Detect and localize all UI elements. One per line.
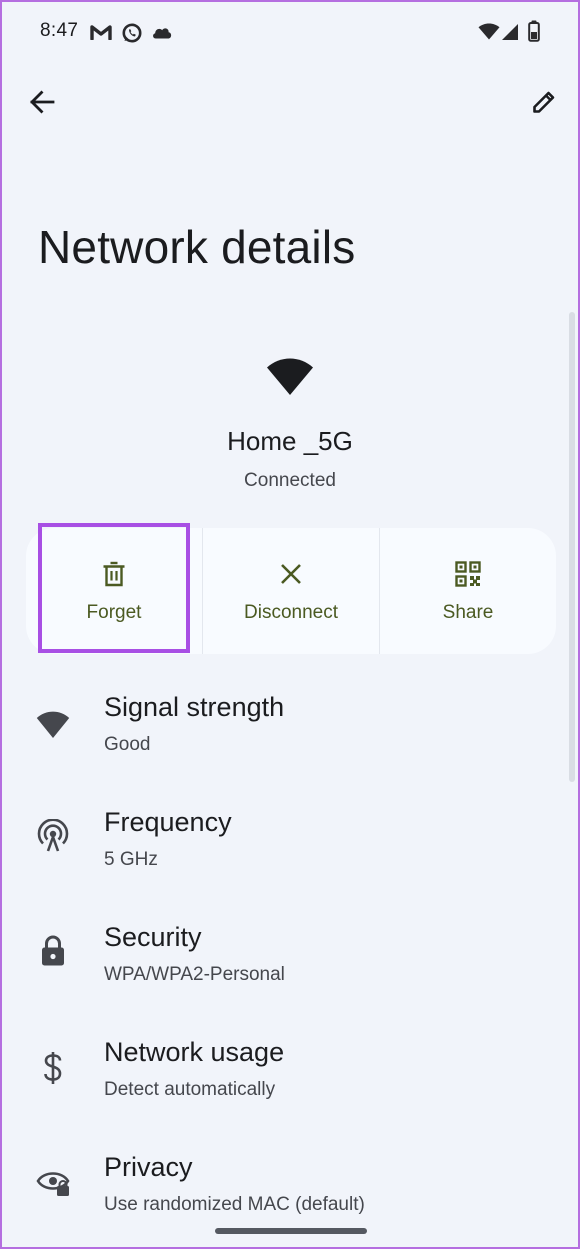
detail-row-security[interactable]: Security WPA/WPA2-Personal: [2, 922, 578, 1022]
page-title: Network details: [38, 221, 356, 273]
detail-value: Good: [104, 734, 151, 755]
disconnect-button[interactable]: Disconnect: [202, 528, 379, 654]
wifi-icon: [478, 23, 500, 40]
status-bar: 8:47: [2, 2, 578, 64]
qr-code-icon: [455, 558, 481, 590]
arrow-left-icon: [30, 90, 55, 114]
detail-title: Privacy: [104, 1152, 193, 1182]
action-buttons-card: Forget Disconnect Share: [26, 528, 556, 654]
detail-title: Frequency: [104, 807, 232, 837]
antenna-icon: [36, 819, 70, 853]
battery-icon: [528, 20, 540, 42]
detail-row-network-usage[interactable]: Network usage Detect automatically: [2, 1037, 578, 1137]
detail-row-signal-strength[interactable]: Signal strength Good: [2, 692, 578, 792]
network-name: Home _5G: [227, 426, 353, 456]
detail-value: 5 GHz: [104, 849, 158, 870]
whatsapp-icon: [122, 23, 142, 43]
pencil-icon: [533, 91, 555, 113]
forget-label: Forget: [86, 602, 142, 623]
status-time: 8:47: [40, 20, 79, 41]
wifi-icon: [267, 358, 313, 395]
close-icon: [280, 558, 302, 590]
forget-button[interactable]: Forget: [26, 528, 202, 654]
share-button[interactable]: Share: [379, 528, 556, 654]
gmail-m-icon: [90, 25, 112, 40]
detail-value: Detect automatically: [104, 1079, 276, 1100]
cellular-signal-icon: [502, 24, 518, 40]
lock-icon: [36, 934, 70, 968]
back-button[interactable]: [20, 80, 64, 124]
disconnect-label: Disconnect: [244, 602, 338, 623]
dollar-icon: [36, 1051, 70, 1085]
detail-title: Security: [104, 922, 202, 952]
trash-icon: [102, 558, 126, 590]
edit-button[interactable]: [522, 80, 566, 124]
phone-screen: 8:47 Network details Home _5G Connected …: [0, 0, 580, 1249]
detail-value: WPA/WPA2-Personal: [104, 964, 285, 985]
share-label: Share: [442, 602, 494, 623]
cloud-icon: [153, 28, 172, 39]
detail-title: Signal strength: [104, 692, 285, 722]
detail-row-privacy[interactable]: Privacy Use randomized MAC (default): [2, 1152, 578, 1247]
detail-row-frequency[interactable]: Frequency 5 GHz: [2, 807, 578, 907]
detail-value: Use randomized MAC (default): [104, 1194, 365, 1215]
gesture-navigation-handle[interactable]: [215, 1228, 367, 1234]
detail-title: Network usage: [104, 1037, 285, 1067]
eye-lock-icon: [36, 1166, 70, 1200]
network-status: Connected: [244, 470, 336, 491]
wifi-icon: [36, 708, 70, 742]
scrollbar[interactable]: [569, 312, 575, 782]
